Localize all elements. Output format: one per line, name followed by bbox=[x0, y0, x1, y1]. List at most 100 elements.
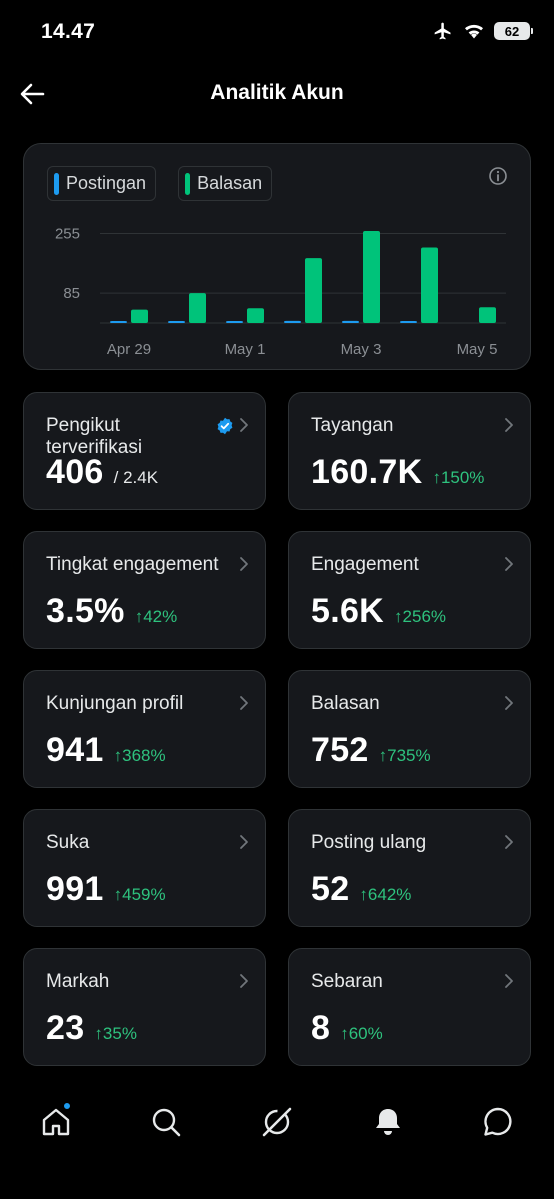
chevron-right-icon bbox=[505, 418, 513, 432]
x-tick-label: May 1 bbox=[225, 341, 266, 358]
legend-label: Postingan bbox=[66, 173, 147, 193]
stat-value-row: 23 ↑35% bbox=[46, 1009, 137, 1048]
stat-value-row: 406 / 2.4K bbox=[46, 453, 158, 492]
stat-value-row: 941 ↑368% bbox=[46, 731, 166, 770]
bar-postingan bbox=[226, 321, 243, 323]
nav-home[interactable] bbox=[38, 1102, 74, 1140]
wifi-icon bbox=[465, 24, 483, 39]
stat-value: 3.5% bbox=[46, 592, 125, 630]
stat-label: Tingkat engagement bbox=[46, 554, 219, 575]
stat-value: 406 bbox=[46, 453, 104, 491]
chevron-right-icon bbox=[505, 835, 513, 849]
notification-dot bbox=[63, 1102, 71, 1110]
stat-card-reposts[interactable]: Posting ulang 52 ↑642% bbox=[288, 809, 531, 927]
y-tick-label: 255 bbox=[55, 226, 80, 243]
stat-total: / 2.4K bbox=[113, 468, 159, 487]
stat-change: ↑256% bbox=[394, 607, 447, 626]
info-icon[interactable] bbox=[488, 166, 508, 186]
chevron-right-icon bbox=[240, 835, 248, 849]
stat-value: 5.6K bbox=[311, 592, 385, 630]
stat-change: ↑60% bbox=[340, 1024, 383, 1043]
chevron-right-icon bbox=[505, 974, 513, 988]
nav-messages[interactable] bbox=[480, 1104, 516, 1140]
stat-change: ↑735% bbox=[378, 746, 431, 765]
bar-postingan bbox=[110, 321, 127, 323]
status-time: 14.47 bbox=[41, 20, 96, 43]
stat-value: 23 bbox=[46, 1009, 85, 1047]
nav-notifications[interactable] bbox=[370, 1104, 406, 1140]
bottom-nav bbox=[0, 1088, 554, 1199]
stat-card-verified-followers[interactable]: Pengikut terverifikasi 406 / 2.4K bbox=[23, 392, 266, 510]
stat-label: Markah bbox=[46, 971, 110, 992]
stat-card-likes[interactable]: Suka 991 ↑459% bbox=[23, 809, 266, 927]
airplane-mode-icon bbox=[434, 22, 451, 40]
stat-value: 941 bbox=[46, 731, 104, 769]
chevron-right-icon bbox=[240, 418, 248, 432]
nav-search[interactable] bbox=[148, 1104, 184, 1140]
chevron-right-icon bbox=[240, 696, 248, 710]
x-tick-label: Apr 29 bbox=[107, 341, 151, 358]
bell-icon bbox=[376, 1109, 400, 1135]
stat-value-row: 160.7K ↑150% bbox=[311, 453, 484, 492]
stat-value-row: 3.5% ↑42% bbox=[46, 592, 177, 631]
stat-label: Sebaran bbox=[311, 971, 383, 992]
bar-postingan bbox=[342, 320, 359, 323]
bar-balasan bbox=[479, 307, 496, 323]
chevron-right-icon bbox=[240, 974, 248, 988]
chevron-right-icon bbox=[505, 696, 513, 710]
legend-label: Balasan bbox=[197, 173, 263, 193]
verified-badge-icon bbox=[217, 417, 233, 435]
stat-value: 160.7K bbox=[311, 453, 423, 491]
status-bar: 14.47 62 bbox=[0, 0, 554, 66]
stat-card-bookmarks[interactable]: Markah 23 ↑35% bbox=[23, 948, 266, 1066]
stat-value: 991 bbox=[46, 870, 104, 908]
stat-value-row: 991 ↑459% bbox=[46, 870, 166, 909]
chart-card: 255 85 Apr 29 May 1 May 3 May 5 Postingan Bal… bbox=[23, 143, 531, 370]
stat-label: Balasan bbox=[311, 693, 380, 714]
stat-card-engagements[interactable]: Engagement 5.6K ↑256% bbox=[288, 531, 531, 649]
bar-balasan bbox=[421, 247, 438, 323]
stat-label: Engagement bbox=[311, 554, 419, 575]
bar-postingan bbox=[168, 321, 185, 323]
bar-postingan bbox=[284, 320, 301, 323]
chat-icon bbox=[484, 1107, 512, 1136]
chevron-right-icon bbox=[240, 557, 248, 571]
stat-label: Tayangan bbox=[311, 415, 394, 436]
chart-legend: Postingan Balasan bbox=[47, 166, 273, 201]
stat-label: Suka bbox=[46, 832, 90, 853]
bar-balasan bbox=[247, 308, 264, 323]
stat-card-engagement-rate[interactable]: Tingkat engagement 3.5% ↑42% bbox=[23, 531, 266, 649]
x-tick-label: May 5 bbox=[457, 341, 498, 358]
legend-swatch-postingan bbox=[54, 172, 59, 195]
stat-change: ↑459% bbox=[113, 885, 166, 904]
chevron-right-icon bbox=[505, 557, 513, 571]
bar-postingan bbox=[400, 321, 417, 323]
nav-grok[interactable] bbox=[259, 1104, 295, 1140]
legend-swatch-balasan bbox=[185, 172, 191, 195]
stat-card-replies[interactable]: Balasan 752 ↑735% bbox=[288, 670, 531, 788]
stat-value: 8 bbox=[311, 1009, 331, 1047]
stat-card-impressions[interactable]: Tayangan 160.7K ↑150% bbox=[288, 392, 531, 510]
header: Analitik Akun bbox=[0, 66, 554, 122]
legend-item-postingan[interactable]: Postingan bbox=[47, 166, 157, 201]
stat-card-profile-visits[interactable]: Kunjungan profil 941 ↑368% bbox=[23, 670, 266, 788]
bar-balasan bbox=[131, 309, 148, 323]
bar-balasan bbox=[363, 231, 380, 323]
stat-change: ↑150% bbox=[432, 468, 485, 487]
stat-change: ↑642% bbox=[359, 885, 412, 904]
stat-card-shares[interactable]: Sebaran 8 ↑60% bbox=[288, 948, 531, 1066]
status-icons: 62 bbox=[432, 21, 533, 41]
stat-label: Posting ulang bbox=[311, 832, 427, 853]
stat-value: 752 bbox=[311, 731, 369, 769]
bar-balasan bbox=[305, 258, 322, 323]
x-tick-label: May 3 bbox=[341, 341, 382, 358]
legend-item-balasan[interactable]: Balasan bbox=[178, 166, 273, 201]
stat-value-row: 752 ↑735% bbox=[311, 731, 431, 770]
grok-icon bbox=[262, 1107, 292, 1137]
search-icon bbox=[152, 1108, 181, 1137]
stat-change: ↑42% bbox=[134, 607, 178, 626]
bar-balasan bbox=[189, 293, 206, 323]
y-tick-label: 85 bbox=[63, 285, 80, 302]
battery-indicator: 62 bbox=[494, 22, 533, 40]
stat-change: ↑368% bbox=[113, 746, 166, 765]
